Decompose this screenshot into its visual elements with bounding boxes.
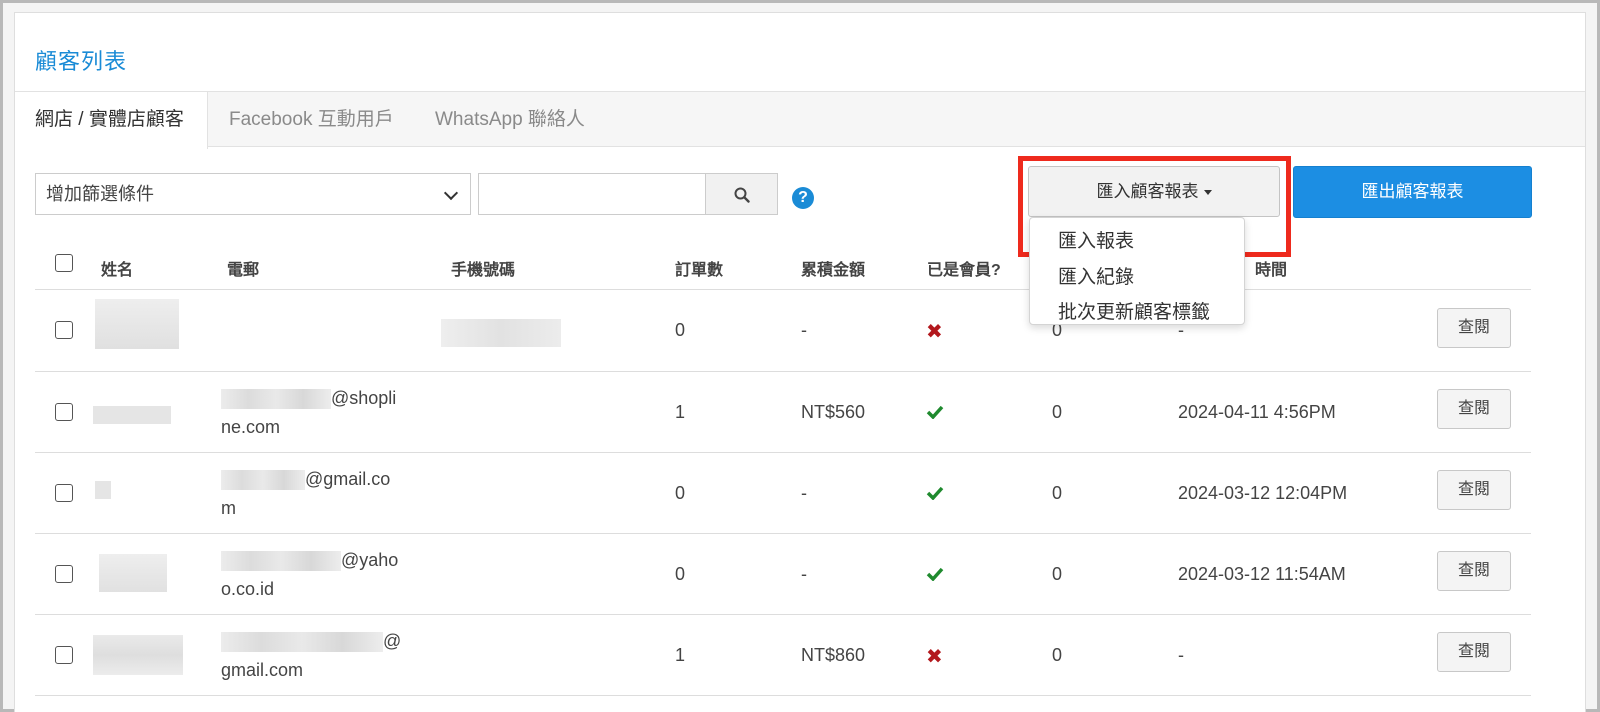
email-cell: @ gmail.com [221,627,421,685]
search-icon [734,187,750,203]
view-button[interactable]: 查閱 [1437,308,1511,348]
header-phone: 手機號碼 [451,262,516,279]
header-time: 時間 [1255,262,1288,279]
redacted-name [95,481,111,499]
row-checkbox[interactable] [55,403,73,421]
help-icon[interactable]: ? [792,187,814,209]
redacted-email [221,632,383,653]
redacted-name [99,554,167,592]
tab-facebook-users[interactable]: Facebook 互動用戶 [229,92,394,148]
order-count: 1 [675,645,686,665]
email-visible-part: @shopli [331,388,397,408]
select-all-checkbox[interactable] [55,254,73,272]
header-member: 已是會員? [927,262,1001,279]
email-wrapped-part: o.co.id [221,579,275,599]
table-row: @ gmail.com 1 NT$860 ✖ 0 - 查閱 [35,615,1531,696]
row-checkbox[interactable] [55,321,73,339]
email-cell: @gmail.co m [221,465,421,523]
menu-item-import-history[interactable]: 匯入紀錄 [1058,262,1134,289]
points-value: 0 [1052,564,1063,584]
email-cell: @shopli ne.com [221,384,421,442]
menu-item-bulk-update-tags[interactable]: 批次更新顧客標籤 [1058,297,1210,324]
order-count: 0 [675,483,686,503]
export-customer-report-button[interactable]: 匯出顧客報表 [1293,166,1532,218]
search-button[interactable] [705,173,778,215]
add-filter-label: 增加篩選條件 [46,184,154,204]
chevron-down-icon [443,185,459,201]
total-amount: NT$560 [801,402,866,422]
order-count: 0 [675,320,686,340]
not-member-icon: ✖ [926,646,943,668]
view-button[interactable]: 查閱 [1437,632,1511,672]
total-amount: - [801,483,807,503]
email-wrapped-part: ne.com [221,417,281,437]
redacted-email [221,470,305,491]
order-count: 1 [675,402,686,422]
points-value: 0 [1052,402,1063,422]
member-check-icon [926,567,944,581]
points-value: 0 [1052,483,1063,503]
import-dropdown-menu: 匯入報表 匯入紀錄 批次更新顧客標籤 [1029,217,1245,325]
view-button[interactable]: 查閱 [1437,470,1511,510]
total-amount: - [801,320,807,340]
email-cell: @yaho o.co.id [221,546,421,604]
customer-list-panel: 顧客列表 網店 / 實體店顧客 Facebook 互動用戶 WhatsApp 聯… [14,12,1586,712]
last-order-time: 2024-03-12 11:54AM [1178,564,1346,584]
row-checkbox[interactable] [55,565,73,583]
email-wrapped-part: m [221,498,236,518]
add-filter-select[interactable]: 增加篩選條件 [35,173,471,215]
header-orders: 訂單數 [675,262,724,279]
view-button[interactable]: 查閱 [1437,551,1511,591]
member-check-icon [926,486,944,500]
last-order-time: - [1178,645,1184,665]
last-order-time: 2024-04-11 4:56PM [1178,402,1336,422]
last-order-time: 2024-03-12 12:04PM [1178,483,1348,503]
row-checkbox[interactable] [55,484,73,502]
row-checkbox[interactable] [55,646,73,664]
menu-item-import-report[interactable]: 匯入報表 [1058,226,1134,253]
redacted-name [95,299,179,349]
search-input[interactable] [478,173,706,215]
tab-bar: 網店 / 實體店顧客 Facebook 互動用戶 WhatsApp 聯絡人 [15,91,1585,149]
table-header: 姓名 電郵 手機號碼 訂單數 累積金額 已是會員? 時間 [35,238,1531,290]
tab-whatsapp-contacts[interactable]: WhatsApp 聯絡人 [435,92,585,148]
table-row: 0 - ✖ 0 - 查閱 [35,291,1531,372]
total-amount: NT$860 [801,645,866,665]
order-count: 0 [675,564,686,584]
page-title: 顧客列表 [35,49,128,74]
member-check-icon [926,405,944,419]
redacted-email [221,551,341,572]
tab-online-offline-customers[interactable]: 網店 / 實體店顧客 [15,92,208,149]
table-row: @gmail.co m 0 - 0 2024-03-12 12:04PM 查閱 [35,453,1531,534]
redacted-email [221,389,331,410]
points-value: 0 [1052,645,1063,665]
header-email: 電郵 [227,262,260,279]
view-button[interactable]: 查閱 [1437,389,1511,429]
redacted-name [93,406,171,424]
email-visible-part: @ [383,631,402,651]
total-amount: - [801,564,807,584]
table-row: @yaho o.co.id 0 - 0 2024-03-12 11:54AM 查… [35,534,1531,615]
header-name: 姓名 [101,262,134,279]
header-total: 累積金額 [801,262,866,279]
not-member-icon: ✖ [926,321,943,343]
redacted-phone [441,319,561,347]
table-row: @shopli ne.com 1 NT$560 0 2024-04-11 4:5… [35,372,1531,453]
redacted-name [93,635,183,675]
email-visible-part: @gmail.co [305,469,391,489]
email-wrapped-part: gmail.com [221,660,304,680]
email-visible-part: @yaho [341,550,399,570]
